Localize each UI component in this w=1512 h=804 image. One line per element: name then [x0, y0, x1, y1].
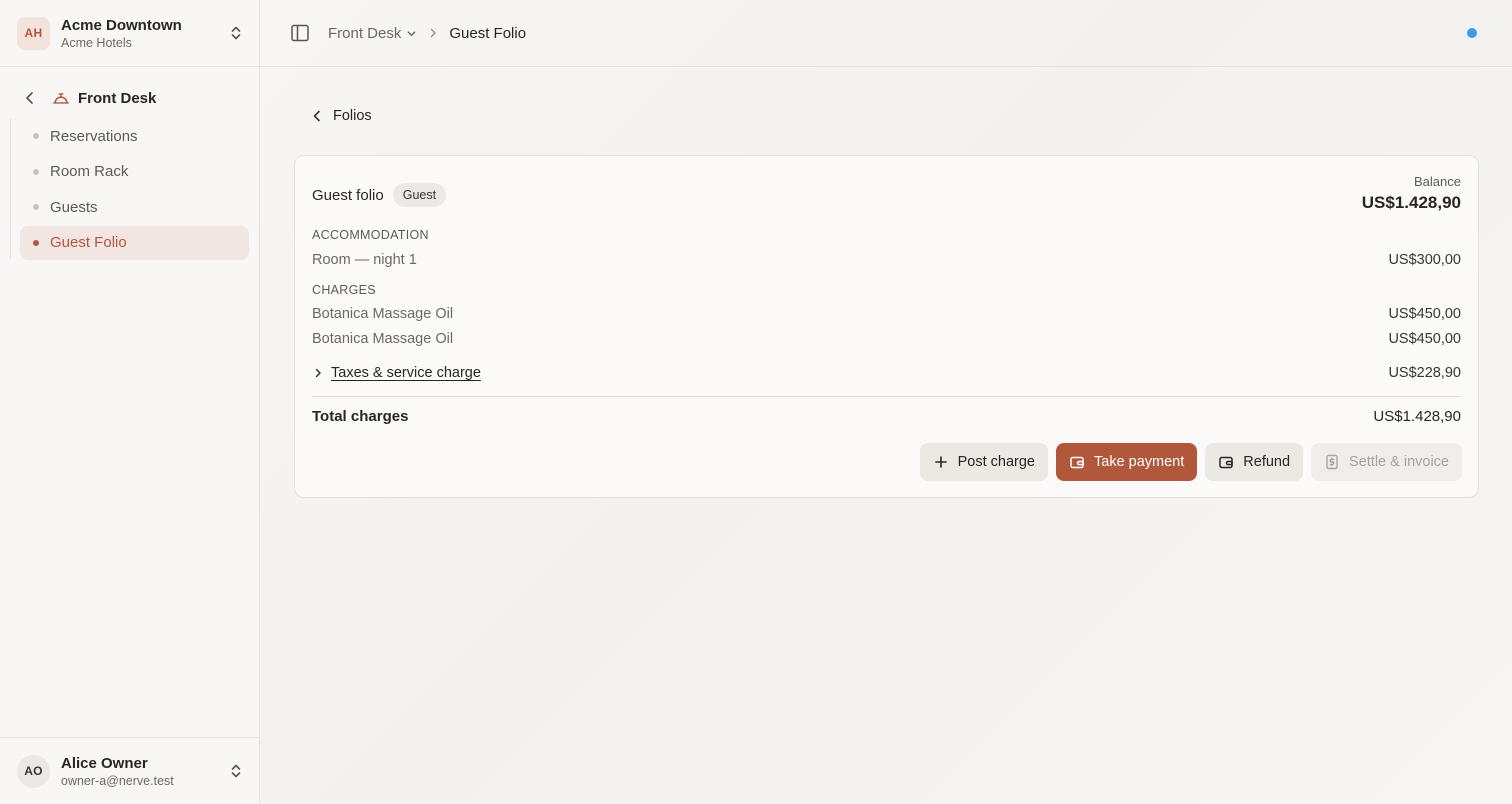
sidebar: AH Acme Downtown Acme Hotels Front Desk …: [0, 0, 260, 804]
line-item-amount: US$300,00: [1388, 252, 1461, 268]
line-item: Botanica Massage Oil US$450,00: [312, 329, 1461, 349]
section-header: Front Desk: [0, 83, 259, 113]
org-subtitle: Acme Hotels: [61, 35, 132, 50]
chevron-up-down-icon: [231, 764, 241, 778]
taxes-toggle[interactable]: Taxes & service charge: [312, 365, 481, 381]
take-payment-button[interactable]: Take payment: [1056, 443, 1198, 481]
sidebar-nav: Reservations Room Rack Guests Guest Foli…: [0, 119, 259, 260]
org-switcher[interactable]: AH Acme Downtown Acme Hotels: [0, 0, 259, 67]
sidebar-item-label: Reservations: [50, 127, 138, 145]
chevron-left-icon[interactable]: [22, 90, 38, 106]
total-row: Total charges US$1.428,90: [312, 406, 1461, 426]
bullet-icon: [33, 239, 39, 246]
balance-summary: Balance US$1.428,90: [1362, 174, 1461, 213]
folio-card: Guest folio Guest Balance US$1.428,90 AC…: [294, 155, 1479, 498]
sidebar-item-guests[interactable]: Guests: [20, 190, 249, 224]
breadcrumb-parent[interactable]: Front Desk: [328, 25, 417, 42]
bullet-icon: [33, 168, 39, 175]
breadcrumb-current: Guest Folio: [449, 24, 527, 42]
user-name: Alice Owner: [61, 754, 148, 772]
status-indicator: [1467, 28, 1477, 38]
back-link-label: Folios: [333, 108, 372, 124]
chevron-left-icon: [313, 110, 320, 122]
line-item-desc: Botanica Massage Oil: [312, 331, 454, 347]
sidebar-item-reservations[interactable]: Reservations: [20, 119, 249, 153]
line-item-amount: US$450,00: [1388, 331, 1461, 347]
chevron-up-down-icon: [231, 26, 241, 40]
taxes-row: Taxes & service charge US$228,90: [312, 363, 1461, 383]
line-item-amount: US$450,00: [1388, 306, 1461, 322]
breadcrumb-parent-label: Front Desk: [328, 24, 402, 42]
line-item: Botanica Massage Oil US$450,00: [312, 304, 1461, 324]
settle-invoice-label: Settle & invoice: [1349, 454, 1449, 470]
total-amount: US$1.428,90: [1373, 407, 1461, 425]
sidebar-toggle-icon[interactable]: [290, 23, 310, 43]
sidebar-item-label: Guest Folio: [50, 234, 127, 251]
topbar: Front Desk Guest Folio: [260, 0, 1512, 67]
user-email: owner-a@nerve.test: [61, 773, 174, 788]
charges-heading: CHARGES: [312, 283, 376, 297]
sidebar-item-label: Room Rack: [50, 163, 129, 180]
accommodation-heading: ACCOMMODATION: [312, 228, 429, 242]
org-name: Acme Downtown: [61, 16, 182, 34]
post-charge-button[interactable]: Post charge: [919, 443, 1048, 481]
wallet-icon: [1070, 456, 1084, 469]
total-label: Total charges: [312, 407, 409, 425]
plus-icon: [934, 456, 947, 468]
taxes-label: Taxes & service charge: [331, 365, 481, 381]
sidebar-item-room-rack[interactable]: Room Rack: [20, 155, 249, 189]
main-content: Front Desk Guest Folio Folios Guest foli…: [260, 0, 1512, 804]
line-item-desc: Botanica Massage Oil: [312, 306, 454, 322]
bullet-icon: [33, 133, 39, 139]
back-to-folios-link[interactable]: Folios: [310, 108, 372, 124]
wallet-icon: [1219, 456, 1234, 469]
post-charge-label: Post charge: [957, 454, 1035, 470]
sidebar-item-guest-folio[interactable]: Guest Folio: [20, 225, 249, 260]
folio-type-badge: Guest: [392, 183, 447, 207]
folio-actions: Post charge Take payment Refund Settle &…: [919, 443, 1462, 481]
chevron-down-icon: [407, 30, 416, 36]
concierge-bell-icon: [53, 93, 69, 104]
balance-value: US$1.428,90: [1361, 193, 1461, 212]
user-switcher[interactable]: AO Alice Owner owner-a@nerve.test: [0, 737, 259, 804]
chevron-right-icon: [431, 28, 437, 38]
nav-guide-line: [10, 119, 11, 259]
line-item: Room — night 1 US$300,00: [312, 250, 1461, 270]
refund-button[interactable]: Refund: [1205, 443, 1304, 481]
chevron-right-icon: [315, 368, 321, 378]
balance-label: Balance: [1414, 174, 1461, 189]
line-item-desc: Room — night 1: [312, 252, 417, 268]
bullet-icon: [33, 204, 39, 210]
divider: [312, 396, 1461, 397]
taxes-amount: US$228,90: [1388, 365, 1461, 381]
take-payment-label: Take payment: [1094, 454, 1185, 470]
settle-invoice-button[interactable]: Settle & invoice: [1311, 443, 1462, 481]
receipt-dollar-icon: [1326, 454, 1338, 470]
user-avatar: AO: [17, 754, 50, 788]
folio-title: Guest folio: [312, 186, 384, 204]
refund-label: Refund: [1243, 454, 1291, 470]
section-title: Front Desk: [78, 89, 157, 107]
sidebar-item-label: Guests: [50, 198, 98, 216]
org-avatar: AH: [17, 16, 50, 50]
